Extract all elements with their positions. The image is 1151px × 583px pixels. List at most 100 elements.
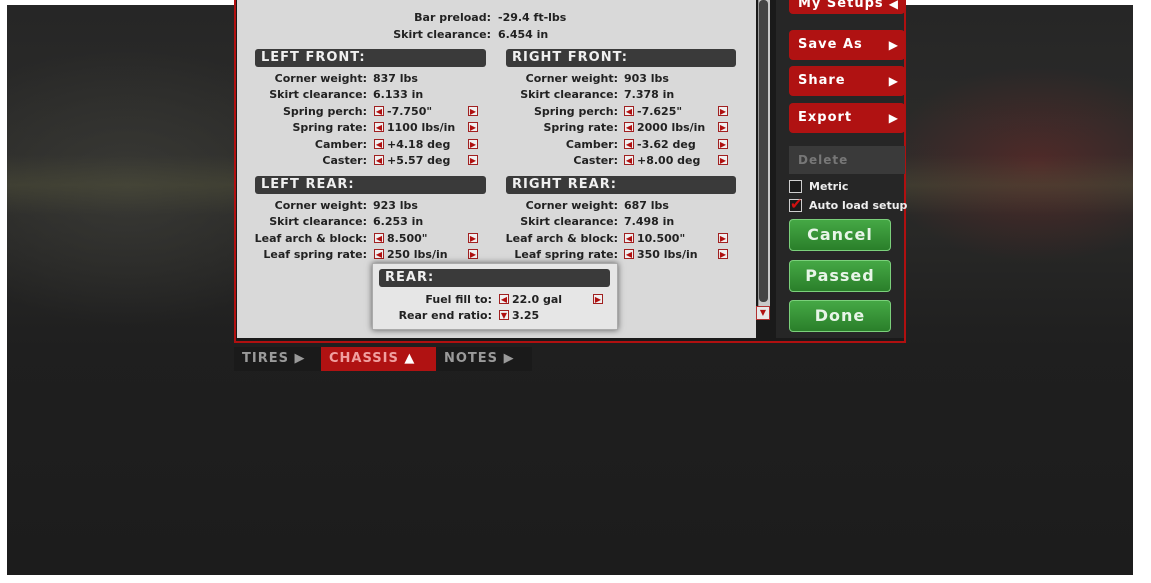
- lr-leaf-arch-decrease[interactable]: ◀: [374, 233, 384, 243]
- save-as-button[interactable]: Save As ▶: [789, 30, 905, 60]
- rf-spring-perch-increase[interactable]: ▶: [718, 106, 728, 116]
- scroll-down-arrow-icon[interactable]: ▼: [756, 306, 770, 320]
- lf-caster-decrease[interactable]: ◀: [374, 155, 384, 165]
- export-button[interactable]: Export ▶: [789, 103, 905, 133]
- fuel-fill-label: Fuel fill to:: [425, 293, 492, 306]
- rf-caster-label: Caster:: [573, 154, 618, 167]
- rf-skirt-clearance-value: 7.378 in: [624, 88, 675, 101]
- rf-camber-label: Camber:: [565, 138, 618, 151]
- share-button[interactable]: Share ▶: [789, 66, 905, 96]
- lr-corner-weight-value: 923 lbs: [373, 199, 418, 212]
- lr-leaf-spring-rate-label: Leaf spring rate:: [263, 248, 367, 261]
- play-right-icon: ▶: [294, 351, 306, 366]
- lf-spring-rate-label: Spring rate:: [292, 121, 368, 134]
- lf-spring-rate-increase[interactable]: ▶: [468, 122, 478, 132]
- rf-spring-perch-label: Spring perch:: [533, 105, 618, 118]
- lr-skirt-clearance-label: Skirt clearance:: [269, 215, 367, 228]
- rf-camber-increase[interactable]: ▶: [718, 139, 728, 149]
- rf-corner-weight-label: Corner weight:: [525, 72, 618, 85]
- bar-preload-value: -29.4 ft-lbs: [498, 11, 567, 24]
- rf-corner-weight-value: 903 lbs: [624, 72, 669, 85]
- rr-skirt-clearance-value: 7.498 in: [624, 215, 675, 228]
- play-right-icon: ▶: [503, 351, 515, 366]
- rf-spring-perch-decrease[interactable]: ◀: [624, 106, 634, 116]
- fuel-fill-decrease[interactable]: ◀: [499, 294, 509, 304]
- tab-notes[interactable]: NOTES ▶: [436, 347, 532, 371]
- lf-caster-label: Caster:: [322, 154, 367, 167]
- rf-skirt-clearance-label: Skirt clearance:: [520, 88, 618, 101]
- lf-spring-rate-value: 1100 lbs/in: [387, 121, 456, 134]
- rr-leaf-spring-rate-increase[interactable]: ▶: [718, 249, 728, 259]
- lf-corner-weight-label: Corner weight:: [274, 72, 367, 85]
- lf-spring-perch-value: -7.750": [387, 105, 433, 118]
- metric-label: Metric: [809, 180, 849, 193]
- skirt-clearance-value: 6.454 in: [498, 28, 549, 41]
- rear-header: REAR:: [379, 269, 610, 287]
- my-setups-label: My Setups: [798, 0, 884, 11]
- lr-skirt-clearance-value: 6.253 in: [373, 215, 424, 228]
- my-setups-button[interactable]: My Setups ◀: [789, 0, 905, 14]
- rr-leaf-arch-label: Leaf arch & block:: [505, 232, 618, 245]
- metric-checkbox[interactable]: [789, 180, 802, 193]
- rear-end-ratio-dropdown[interactable]: ▼: [499, 310, 509, 320]
- right-rear-header: RIGHT REAR:: [506, 176, 736, 194]
- tab-chassis[interactable]: CHASSIS ▲: [321, 347, 436, 371]
- rr-leaf-arch-increase[interactable]: ▶: [718, 233, 728, 243]
- bar-preload-label: Bar preload:: [414, 11, 491, 24]
- rf-spring-rate-value: 2000 lbs/in: [637, 121, 706, 134]
- lf-skirt-clearance-label: Skirt clearance:: [269, 88, 367, 101]
- passed-button[interactable]: Passed: [789, 260, 891, 292]
- chevron-right-icon: ▶: [888, 38, 899, 52]
- lf-spring-perch-increase[interactable]: ▶: [468, 106, 478, 116]
- lr-leaf-arch-label: Leaf arch & block:: [254, 232, 367, 245]
- lf-spring-perch-decrease[interactable]: ◀: [374, 106, 384, 116]
- rf-caster-increase[interactable]: ▶: [718, 155, 728, 165]
- right-front-header: RIGHT FRONT:: [506, 49, 736, 67]
- auto-load-checkbox[interactable]: ✔: [789, 195, 803, 213]
- fuel-fill-increase[interactable]: ▶: [593, 294, 603, 304]
- done-button[interactable]: Done: [789, 300, 891, 332]
- lf-caster-value: +5.57 deg: [387, 154, 451, 167]
- lf-spring-rate-decrease[interactable]: ◀: [374, 122, 384, 132]
- checkmark-icon: ✔: [790, 195, 803, 213]
- scrollbar-thumb[interactable]: [759, 0, 768, 302]
- lr-leaf-spring-rate-decrease[interactable]: ◀: [374, 249, 384, 259]
- rear-end-ratio-value: 3.25: [512, 309, 540, 322]
- tab-tires[interactable]: TIRES ▶: [234, 347, 321, 371]
- lf-spring-perch-label: Spring perch:: [282, 105, 367, 118]
- lf-camber-decrease[interactable]: ◀: [374, 139, 384, 149]
- lr-leaf-spring-rate-increase[interactable]: ▶: [468, 249, 478, 259]
- lr-leaf-spring-rate-value: 250 lbs/in: [387, 248, 448, 261]
- rf-caster-value: +8.00 deg: [637, 154, 701, 167]
- rf-spring-rate-increase[interactable]: ▶: [718, 122, 728, 132]
- rr-leaf-arch-decrease[interactable]: ◀: [624, 233, 634, 243]
- skirt-clearance-label: Skirt clearance:: [393, 28, 491, 41]
- rr-leaf-spring-rate-label: Leaf spring rate:: [514, 248, 618, 261]
- share-label: Share: [798, 73, 846, 88]
- chevron-right-icon: ▶: [888, 111, 899, 125]
- rr-leaf-spring-rate-value: 350 lbs/in: [637, 248, 698, 261]
- rf-spring-rate-decrease[interactable]: ◀: [624, 122, 634, 132]
- rr-leaf-spring-rate-decrease[interactable]: ◀: [624, 249, 634, 259]
- rf-camber-decrease[interactable]: ◀: [624, 139, 634, 149]
- tab-chassis-label: CHASSIS: [329, 351, 399, 366]
- delete-button[interactable]: Delete: [789, 146, 905, 174]
- lf-camber-value: +4.18 deg: [387, 138, 451, 151]
- chevron-right-icon: ▶: [888, 74, 899, 88]
- lf-camber-increase[interactable]: ▶: [468, 139, 478, 149]
- auto-load-label: Auto load setup: [809, 199, 908, 212]
- save-as-label: Save As: [798, 37, 863, 52]
- lf-corner-weight-value: 837 lbs: [373, 72, 418, 85]
- lf-caster-increase[interactable]: ▶: [468, 155, 478, 165]
- lr-leaf-arch-increase[interactable]: ▶: [468, 233, 478, 243]
- rr-corner-weight-value: 687 lbs: [624, 199, 669, 212]
- rf-caster-decrease[interactable]: ◀: [624, 155, 634, 165]
- rr-leaf-arch-value: 10.500": [637, 232, 686, 245]
- lf-skirt-clearance-value: 6.133 in: [373, 88, 424, 101]
- lr-leaf-arch-value: 8.500": [387, 232, 428, 245]
- tab-notes-label: NOTES: [444, 351, 499, 366]
- rr-corner-weight-label: Corner weight:: [525, 199, 618, 212]
- cancel-button[interactable]: Cancel: [789, 219, 891, 251]
- triangle-up-icon: ▲: [404, 351, 416, 366]
- chevron-left-icon: ◀: [888, 0, 899, 11]
